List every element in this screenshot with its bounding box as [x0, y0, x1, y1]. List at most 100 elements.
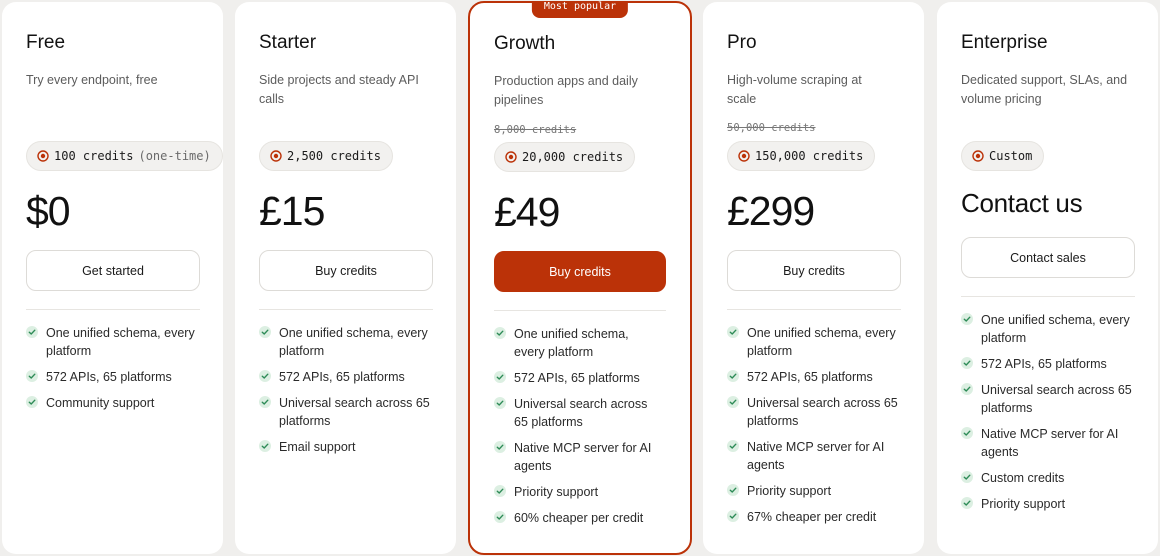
- most-popular-badge: Most popular: [531, 1, 629, 18]
- feature-item: One unified schema, every platform: [961, 311, 1143, 347]
- original-credits-strikethrough: 50,000 credits: [727, 122, 816, 134]
- feature-text: One unified schema, every platform: [46, 326, 195, 358]
- divider: [961, 296, 1135, 297]
- feature-item: 572 APIs, 65 platforms: [961, 355, 1143, 373]
- plan-name: Free: [26, 32, 66, 53]
- check-icon: [494, 441, 506, 453]
- feature-item: 67% cheaper per credit: [727, 508, 909, 526]
- plan-card-growth: Most popular Growth Production apps and …: [468, 1, 692, 555]
- check-icon: [961, 427, 973, 439]
- target-icon: [37, 150, 49, 162]
- feature-text: 572 APIs, 65 platforms: [46, 370, 172, 384]
- target-icon: [972, 150, 984, 162]
- credits-pill: 2,500 credits: [259, 141, 393, 171]
- feature-text: 67% cheaper per credit: [747, 510, 877, 524]
- feature-item: 572 APIs, 65 platforms: [259, 368, 441, 386]
- credits-amount: 2,500 credits: [287, 149, 381, 163]
- credits-pill: Custom: [961, 141, 1045, 171]
- divider: [259, 309, 433, 310]
- buy-credits-button[interactable]: Buy credits: [259, 250, 433, 291]
- feature-list: One unified schema, every platform 572 A…: [727, 324, 909, 534]
- divider: [727, 309, 901, 310]
- check-icon: [26, 326, 38, 338]
- feature-text: Universal search across 65 platforms: [981, 383, 1132, 415]
- check-icon: [961, 471, 973, 483]
- feature-item: Universal search across 65 platforms: [259, 394, 441, 430]
- plan-name: Growth: [494, 33, 556, 54]
- check-icon: [259, 396, 271, 408]
- feature-item: Email support: [259, 438, 441, 456]
- feature-item: Priority support: [494, 483, 654, 501]
- feature-text: One unified schema, every platform: [747, 326, 896, 358]
- target-icon: [505, 151, 517, 163]
- check-icon: [727, 396, 739, 408]
- check-icon: [494, 327, 506, 339]
- check-icon: [727, 510, 739, 522]
- credits-pill: 20,000 credits: [494, 142, 636, 172]
- feature-text: Priority support: [981, 497, 1066, 511]
- feature-text: 572 APIs, 65 platforms: [981, 357, 1107, 371]
- check-icon: [259, 370, 271, 382]
- feature-item: Universal search across 65 platforms: [727, 394, 909, 430]
- feature-text: 572 APIs, 65 platforms: [747, 370, 873, 384]
- feature-text: 572 APIs, 65 platforms: [514, 371, 640, 385]
- feature-item: Native MCP server for AI agents: [727, 438, 909, 474]
- feature-list: One unified schema, every platform 572 A…: [26, 324, 208, 420]
- plan-card-pro: Pro High-volume scraping at scale 50,000…: [703, 2, 924, 554]
- contact-sales-button[interactable]: Contact sales: [961, 237, 1135, 278]
- target-icon: [270, 150, 282, 162]
- plan-description: Dedicated support, SLAs, and volume pric…: [961, 73, 1128, 106]
- credits-amount: 100 credits: [54, 149, 134, 163]
- plan-name: Pro: [727, 32, 757, 53]
- feature-item: Universal search across 65 platforms: [494, 395, 654, 431]
- check-icon: [494, 511, 506, 523]
- buy-credits-button[interactable]: Buy credits: [727, 250, 901, 291]
- buy-credits-button[interactable]: Buy credits: [494, 251, 666, 292]
- feature-item: One unified schema, every platform: [494, 325, 654, 361]
- credits-pill: 100 credits (one-time): [26, 141, 223, 171]
- feature-item: 60% cheaper per credit: [494, 509, 654, 527]
- feature-item: One unified schema, every platform: [259, 324, 441, 360]
- check-icon: [727, 484, 739, 496]
- feature-item: One unified schema, every platform: [727, 324, 909, 360]
- feature-text: 572 APIs, 65 platforms: [279, 370, 405, 384]
- feature-text: Native MCP server for AI agents: [981, 427, 1119, 459]
- check-icon: [727, 326, 739, 338]
- feature-item: Community support: [26, 394, 208, 412]
- plan-price: $0: [26, 188, 71, 234]
- credits-note: (one-time): [138, 149, 211, 163]
- get-started-button[interactable]: Get started: [26, 250, 200, 291]
- check-icon: [727, 440, 739, 452]
- feature-text: Native MCP server for AI agents: [514, 441, 652, 473]
- plan-price: £15: [259, 188, 325, 234]
- credits-amount: 150,000 credits: [755, 149, 864, 163]
- plan-name: Enterprise: [961, 32, 1048, 53]
- check-icon: [259, 440, 271, 452]
- feature-text: Universal search across 65 platforms: [514, 397, 648, 429]
- feature-text: Email support: [279, 440, 356, 454]
- plan-card-free: Free Try every endpoint, free 100 credit…: [2, 2, 223, 554]
- feature-text: One unified schema, every platform: [279, 326, 428, 358]
- plan-description: Production apps and daily pipelines: [494, 74, 638, 107]
- plan-card-enterprise: Enterprise Dedicated support, SLAs, and …: [937, 2, 1158, 554]
- feature-text: 60% cheaper per credit: [514, 511, 644, 525]
- feature-list: One unified schema, every platform 572 A…: [259, 324, 441, 464]
- feature-text: Universal search across 65 platforms: [747, 396, 898, 428]
- plan-description: Side projects and steady API calls: [259, 73, 419, 106]
- credits-amount: Custom: [989, 149, 1033, 163]
- feature-item: Priority support: [961, 495, 1143, 513]
- feature-item: Native MCP server for AI agents: [494, 439, 654, 475]
- plan-price: £49: [494, 189, 560, 235]
- check-icon: [961, 313, 973, 325]
- feature-text: One unified schema, every platform: [514, 327, 629, 359]
- credits-amount: 20,000 credits: [522, 150, 624, 164]
- feature-text: One unified schema, every platform: [981, 313, 1130, 345]
- plan-price: Contact us: [961, 188, 1083, 218]
- check-icon: [961, 383, 973, 395]
- feature-text: Custom credits: [981, 471, 1065, 485]
- divider: [494, 310, 666, 311]
- check-icon: [26, 396, 38, 408]
- check-icon: [494, 397, 506, 409]
- feature-text: Priority support: [514, 485, 599, 499]
- feature-text: Native MCP server for AI agents: [747, 440, 885, 472]
